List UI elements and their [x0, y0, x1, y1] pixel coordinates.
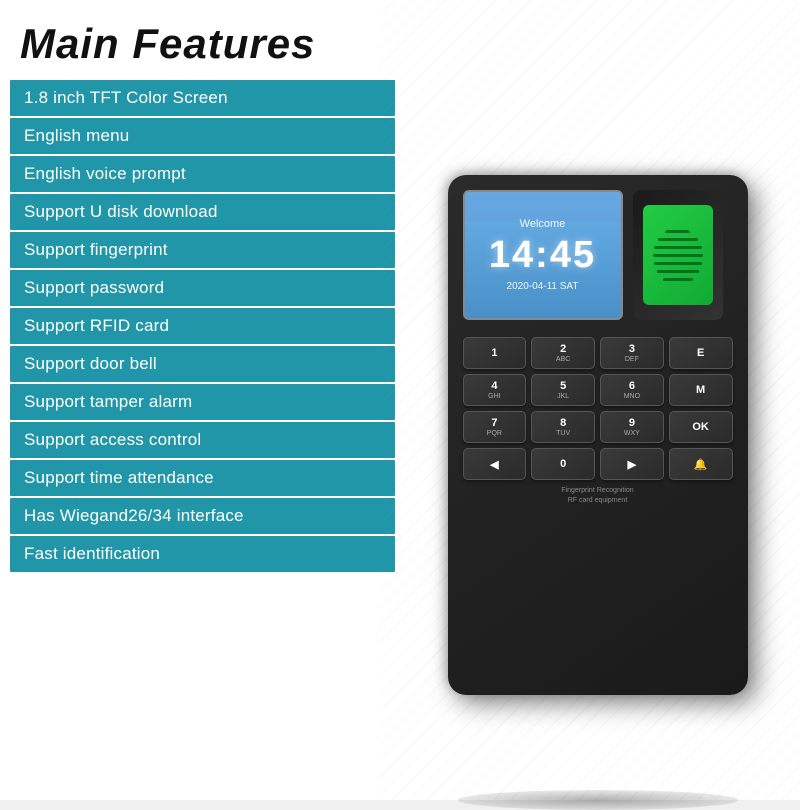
content-area: 1.8 inch TFT Color ScreenEnglish menuEng…	[10, 80, 790, 790]
fp-line	[663, 278, 693, 281]
key-main-label: 5	[560, 380, 566, 392]
fingerprint-sensor	[633, 190, 723, 320]
feature-item-2: English voice prompt	[10, 156, 395, 192]
key-main-label: 7	[491, 417, 497, 429]
key-sub-label: MNO	[624, 393, 640, 400]
device-label: Fingerprint Recognition RF card equipmen…	[561, 486, 633, 506]
key-main-label: 0	[560, 458, 566, 470]
feature-item-8: Support tamper alarm	[10, 384, 395, 420]
screen-welcome: Welcome	[520, 218, 566, 230]
key-0[interactable]: 1	[463, 337, 527, 369]
fingerprint-glow	[643, 205, 713, 305]
key-main-label: 6	[629, 380, 635, 392]
key-main-label: OK	[692, 421, 709, 433]
keypad: 12ABC3DEFE4GHI5JKL6MNOM7PQR8TUV9WXYOK◀0▶…	[463, 337, 733, 480]
device-area: Welcome 14:45 2020-04-11 SAT	[405, 80, 790, 790]
feature-item-5: Support password	[10, 270, 395, 306]
key-sub-label: DEF	[625, 356, 639, 363]
feature-item-11: Has Wiegand26/34 interface	[10, 498, 395, 534]
key-main-label: 9	[629, 417, 635, 429]
key-sub-label: PQR	[487, 430, 502, 437]
fp-line	[654, 246, 702, 249]
key-14[interactable]: ▶	[600, 448, 664, 480]
key-9[interactable]: 8TUV	[531, 411, 595, 443]
key-1[interactable]: 2ABC	[531, 337, 595, 369]
device-screen: Welcome 14:45 2020-04-11 SAT	[463, 190, 623, 320]
key-main-label: 4	[491, 380, 497, 392]
fp-line	[657, 270, 699, 273]
key-sub-label: ABC	[556, 356, 570, 363]
feature-item-7: Support door bell	[10, 346, 395, 382]
key-main-label: 1	[491, 347, 497, 359]
key-6[interactable]: 6MNO	[600, 374, 664, 406]
key-13[interactable]: 0	[531, 448, 595, 480]
key-main-label: ◀	[490, 458, 498, 471]
features-list: 1.8 inch TFT Color ScreenEnglish menuEng…	[10, 80, 395, 790]
key-main-label: 2	[560, 343, 566, 355]
feature-item-6: Support RFID card	[10, 308, 395, 344]
key-12[interactable]: ◀	[463, 448, 527, 480]
key-sub-label: WXY	[624, 430, 640, 437]
key-sub-label: GHI	[488, 393, 500, 400]
key-sub-label: TUV	[556, 430, 570, 437]
key-main-label: M	[696, 384, 705, 396]
page-container: Main Features 1.8 inch TFT Color ScreenE…	[0, 0, 800, 800]
device-top: Welcome 14:45 2020-04-11 SAT	[463, 190, 733, 320]
key-15[interactable]: 🔔	[669, 448, 733, 480]
key-3[interactable]: E	[669, 337, 733, 369]
key-main-label: 8	[560, 417, 566, 429]
key-7[interactable]: M	[669, 374, 733, 406]
fp-line	[654, 262, 702, 265]
key-5[interactable]: 5JKL	[531, 374, 595, 406]
key-sub-label: JKL	[557, 393, 569, 400]
key-11[interactable]: OK	[669, 411, 733, 443]
feature-item-9: Support access control	[10, 422, 395, 458]
key-4[interactable]: 4GHI	[463, 374, 527, 406]
key-main-label: ▶	[628, 458, 636, 471]
fp-line	[653, 254, 703, 257]
key-main-label: 3	[629, 343, 635, 355]
fp-line	[665, 230, 690, 233]
feature-item-0: 1.8 inch TFT Color Screen	[10, 80, 395, 116]
device-shadow	[458, 790, 738, 810]
key-10[interactable]: 9WXY	[600, 411, 664, 443]
feature-item-10: Support time attendance	[10, 460, 395, 496]
screen-date: 2020-04-11 SAT	[507, 281, 579, 292]
key-main-label: 🔔	[694, 458, 708, 471]
feature-item-4: Support fingerprint	[10, 232, 395, 268]
feature-item-1: English menu	[10, 118, 395, 154]
page-title: Main Features	[20, 20, 315, 68]
key-main-label: E	[697, 347, 704, 359]
feature-item-3: Support U disk download	[10, 194, 395, 230]
device: Welcome 14:45 2020-04-11 SAT	[448, 175, 748, 695]
fp-line	[658, 238, 698, 241]
screen-time: 14:45	[489, 234, 596, 277]
feature-item-12: Fast identification	[10, 536, 395, 572]
fp-lines	[653, 230, 703, 281]
key-2[interactable]: 3DEF	[600, 337, 664, 369]
key-8[interactable]: 7PQR	[463, 411, 527, 443]
